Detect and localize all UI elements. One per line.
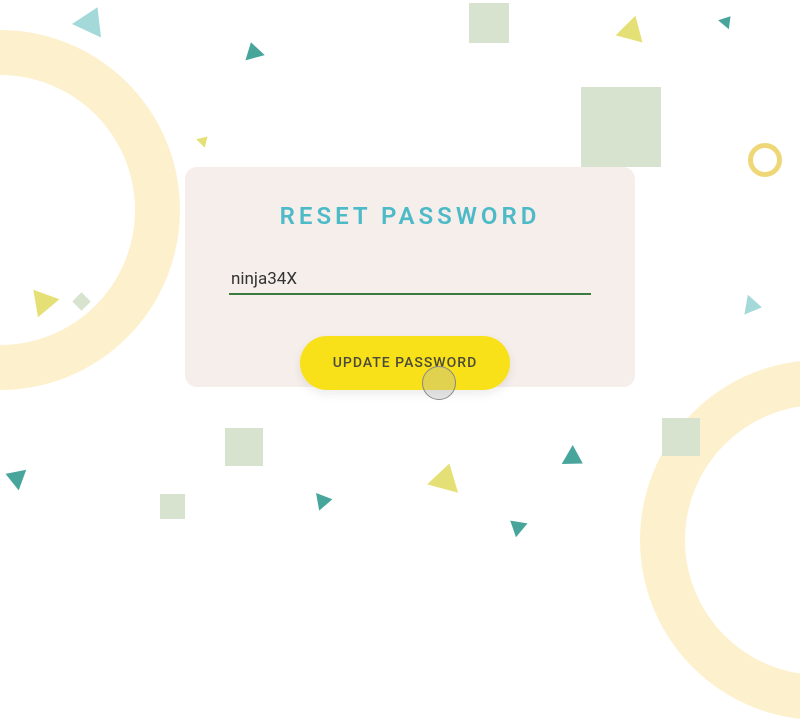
bg-arc-right (640, 360, 800, 720)
bg-square (225, 428, 263, 466)
bg-square (469, 3, 509, 43)
bg-triangle (2, 464, 26, 491)
bg-triangle (427, 459, 465, 492)
bg-triangle (196, 132, 212, 148)
bg-triangle (616, 16, 653, 53)
bg-triangle (562, 445, 589, 473)
bg-square (662, 418, 700, 456)
bg-triangle (72, 0, 112, 37)
bg-triangle (241, 40, 264, 61)
card-title: RESET PASSWORD (280, 202, 541, 230)
bg-square (581, 87, 661, 167)
bg-triangle (744, 295, 763, 317)
bg-triangle (718, 12, 736, 29)
bg-triangle (504, 514, 527, 537)
bg-arc-left (0, 30, 180, 390)
password-input[interactable] (229, 265, 591, 295)
bg-square (160, 494, 185, 519)
bg-ring-icon (748, 143, 782, 177)
update-password-button[interactable]: UPDATE PASSWORD (300, 336, 510, 390)
bg-triangle (316, 490, 334, 510)
